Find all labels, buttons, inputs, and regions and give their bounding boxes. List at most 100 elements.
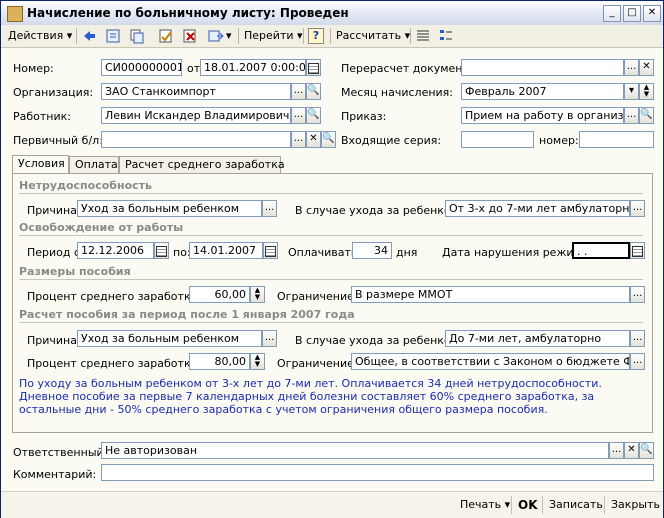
print-menu-button[interactable]: Печать ▾ — [460, 497, 510, 513]
limit2-label: Ограничение: — [277, 357, 358, 370]
calculate-menu[interactable]: Рассчитать ▾ — [336, 28, 410, 44]
period-from-label: Период с: — [27, 246, 84, 259]
recalc-select-button[interactable]: ... — [624, 59, 639, 76]
reread-icon[interactable] — [105, 28, 121, 44]
section-after-2007-title: Расчет пособия за период после 1 января … — [19, 308, 355, 321]
child-care-select-button[interactable]: ... — [630, 200, 645, 217]
calendar-button[interactable] — [306, 59, 321, 76]
cause2-label: Причина: — [27, 334, 81, 347]
structure-icon[interactable] — [438, 28, 454, 44]
pay-days-label: Оплачивать: — [288, 246, 362, 259]
percent2-field[interactable]: 80,00 — [189, 353, 250, 370]
limit2-field[interactable]: Общее, в соответствии с Законом о бюджет… — [351, 353, 630, 370]
date-field[interactable]: 18.01.2007 0:00:00 — [200, 59, 306, 76]
primary-select-button[interactable]: ... — [291, 131, 306, 148]
responsible-open-button[interactable]: 🔍 — [639, 442, 654, 459]
pay-days-field[interactable]: 34 — [352, 242, 392, 259]
responsible-clear-button[interactable]: ✕ — [624, 442, 639, 459]
responsible-field[interactable]: Не авторизован — [101, 442, 609, 459]
actions-menu[interactable]: Действия ▾ — [8, 28, 72, 44]
cause2-field[interactable]: Уход за больным ребенком — [77, 330, 262, 347]
list-view-icon[interactable] — [415, 28, 431, 44]
copy-icon[interactable] — [129, 28, 145, 44]
worker-open-button[interactable]: 🔍 — [306, 107, 321, 124]
close-button[interactable]: Закрыть — [611, 497, 660, 513]
period-from-calendar-button[interactable] — [154, 242, 169, 259]
limit-select-button[interactable]: ... — [630, 286, 645, 303]
cause-select-button[interactable]: ... — [262, 200, 277, 217]
order-field[interactable]: Прием на работу в организаци — [461, 107, 624, 124]
section-divider — [19, 193, 643, 194]
number-field[interactable]: СИ000000001 — [101, 59, 182, 76]
section-divider — [19, 322, 643, 323]
order-select-button[interactable]: ... — [624, 107, 639, 124]
child-care2-field[interactable]: До 7-ми лет, амбулаторно — [445, 330, 630, 347]
worker-field[interactable]: Левин Искандер Владимирович — [101, 107, 291, 124]
month-spin-button[interactable]: ▲ ▼ — [639, 83, 654, 100]
period-from-field[interactable]: 12.12.2006 — [77, 242, 154, 259]
based-on-icon[interactable] — [208, 28, 224, 44]
period-to-calendar-button[interactable] — [263, 242, 278, 259]
primary-sick-list-field[interactable] — [101, 131, 291, 148]
help-icon[interactable]: ? — [308, 28, 324, 44]
percent2-spin-button[interactable]: ▲ ▼ — [250, 353, 265, 370]
period-to-field[interactable]: 14.01.2007 — [189, 242, 263, 259]
incoming-series-field[interactable] — [461, 131, 534, 148]
child-care2-select-button[interactable]: ... — [630, 330, 645, 347]
incoming-series-label: Входящие серия: — [341, 134, 442, 147]
month-dropdown-button[interactable]: ▾ — [624, 83, 639, 100]
organization-select-button[interactable]: ... — [291, 83, 306, 100]
ok-button[interactable]: OK — [518, 497, 538, 513]
section-benefit-size-title: Размеры пособия — [19, 265, 131, 278]
cause2-select-button[interactable]: ... — [262, 330, 277, 347]
maximize-button[interactable]: □ — [623, 5, 641, 22]
save-button[interactable]: Записать — [549, 497, 603, 513]
recalc-field[interactable] — [461, 59, 624, 76]
organization-field[interactable]: ЗАО Станкоимпорт — [101, 83, 291, 100]
toolbar-separator — [76, 28, 77, 44]
tab-payment[interactable]: Оплата — [69, 156, 119, 173]
child-care-label: В случае ухода за ребенком: — [295, 204, 463, 217]
tab-average-earnings[interactable]: Расчет среднего заработка — [119, 156, 285, 173]
days-label: дня — [396, 246, 418, 259]
child-care-field[interactable]: От 3-х до 7-ми лет амбулаторно (дл: — [445, 200, 630, 217]
command-separator — [604, 496, 605, 514]
comment-field[interactable] — [101, 464, 654, 481]
percent-spin-button[interactable]: ▲ ▼ — [250, 286, 265, 303]
unpost-document-icon[interactable] — [182, 28, 198, 44]
month-field[interactable]: Февраль 2007 — [461, 83, 624, 100]
minimize-button[interactable]: _ — [603, 5, 621, 22]
order-open-button[interactable]: 🔍 — [639, 107, 654, 124]
organization-open-button[interactable]: 🔍 — [306, 83, 321, 100]
recalc-clear-button[interactable]: ✕ — [639, 59, 654, 76]
cause-field[interactable]: Уход за больным ребенком — [77, 200, 262, 217]
post-document-icon[interactable] — [158, 28, 174, 44]
percent-field[interactable]: 60,00 — [189, 286, 250, 303]
window-title: Начисление по больничному листу: Проведе… — [27, 6, 349, 20]
command-separator — [511, 496, 512, 514]
based-on-dropdown[interactable]: ▾ — [226, 28, 232, 44]
calendar-icon — [308, 63, 319, 74]
primary-clear-button[interactable]: ✕ — [306, 131, 321, 148]
goto-menu[interactable]: Перейти ▾ — [244, 28, 303, 44]
organization-label: Организация: — [13, 86, 94, 99]
limit-field[interactable]: В размере ММОТ — [351, 286, 630, 303]
violation-calendar-button[interactable] — [630, 242, 645, 259]
section-disability-title: Нетрудоспособность — [19, 179, 152, 192]
worker-select-button[interactable]: ... — [291, 107, 306, 124]
incoming-number-field[interactable] — [579, 131, 654, 148]
primary-open-button[interactable]: 🔍 — [321, 131, 336, 148]
section-release-title: Освобождение от работы — [19, 221, 184, 234]
violation-date-field[interactable]: . . — [572, 242, 630, 259]
cause-label: Причина: — [27, 204, 81, 217]
incoming-number-label: номер: — [539, 134, 579, 147]
responsible-select-button[interactable]: ... — [609, 442, 624, 459]
back-arrow-icon[interactable] — [81, 28, 97, 44]
title-bar: Начисление по больничному листу: Проведе… — [1, 1, 663, 26]
close-window-button[interactable]: ✕ — [643, 5, 661, 22]
number-label: Номер: — [13, 62, 54, 75]
worker-label: Работник: — [13, 110, 71, 123]
tab-conditions[interactable]: Условия — [12, 155, 69, 174]
limit2-select-button[interactable]: ... — [630, 353, 645, 370]
percent-label: Процент среднего заработка: — [27, 290, 202, 303]
